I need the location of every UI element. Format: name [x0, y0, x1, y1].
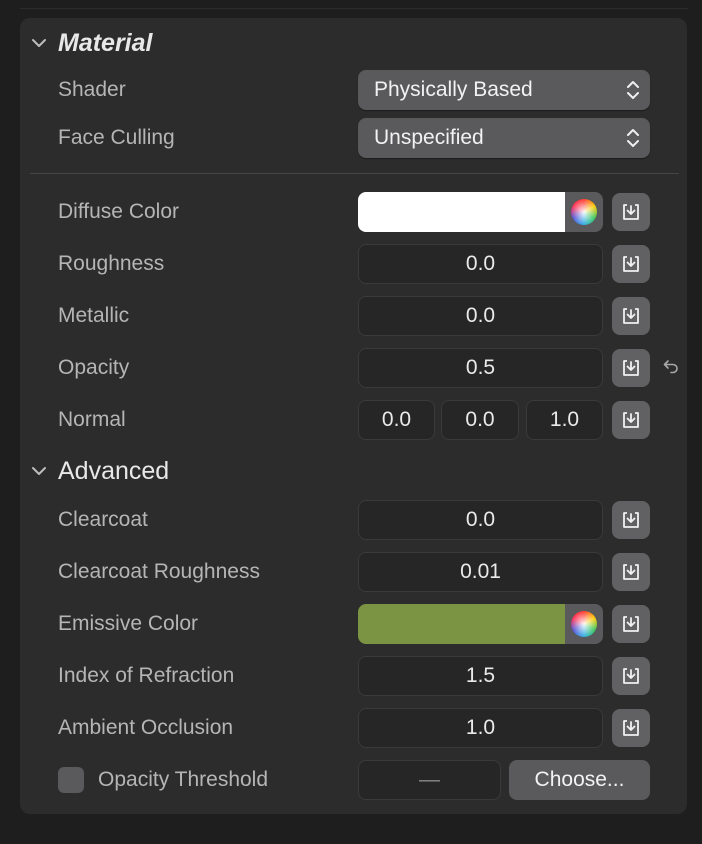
import-tray-icon: [623, 412, 639, 428]
up-down-chevron-icon: [627, 129, 639, 147]
import-tray-icon: [623, 616, 639, 632]
diffuse-color-well[interactable]: [358, 192, 603, 232]
ambient-occlusion-row: Ambient Occlusion 1.0: [20, 708, 687, 748]
clearcoat-roughness-label: Clearcoat Roughness: [58, 560, 260, 583]
emissive-color-swatch[interactable]: [358, 604, 565, 644]
clearcoat-connect-button[interactable]: [612, 501, 650, 539]
shader-row: Shader Physically Based: [20, 70, 687, 110]
normal-row: Normal 0.0 0.0 1.0: [20, 400, 687, 440]
up-down-chevron-icon: [627, 81, 639, 99]
top-edge: [20, 0, 688, 9]
color-picker-button[interactable]: [565, 192, 603, 232]
clearcoat-roughness-connect-button[interactable]: [612, 553, 650, 591]
diffuse-color-row: Diffuse Color: [20, 192, 687, 232]
face-culling-value: Unspecified: [374, 126, 484, 149]
face-culling-row: Face Culling Unspecified: [20, 118, 687, 158]
emissive-color-row: Emissive Color: [20, 604, 687, 644]
emissive-color-label: Emissive Color: [58, 612, 199, 635]
opacity-threshold-checkbox[interactable]: [58, 767, 84, 793]
import-tray-icon: [623, 256, 639, 272]
choose-button[interactable]: Choose...: [509, 760, 650, 800]
material-section-header[interactable]: Material: [30, 28, 152, 58]
diffuse-color-label: Diffuse Color: [58, 200, 179, 223]
face-culling-popup[interactable]: Unspecified: [358, 118, 650, 158]
clearcoat-row: Clearcoat 0.0: [20, 500, 687, 540]
import-tray-icon: [623, 360, 639, 376]
ambient-occlusion-label: Ambient Occlusion: [58, 716, 234, 739]
advanced-section-header[interactable]: Advanced: [30, 456, 169, 486]
import-tray-icon: [623, 564, 639, 580]
diffuse-connect-button[interactable]: [612, 193, 650, 231]
opacity-connect-button[interactable]: [612, 349, 650, 387]
import-tray-icon: [623, 512, 639, 528]
roughness-row: Roughness 0.0: [20, 244, 687, 284]
color-wheel-icon: [571, 199, 597, 225]
roughness-connect-button[interactable]: [612, 245, 650, 283]
import-tray-icon: [623, 308, 639, 324]
roughness-field[interactable]: 0.0: [358, 244, 603, 284]
emissive-connect-button[interactable]: [612, 605, 650, 643]
ior-field[interactable]: 1.5: [358, 656, 603, 696]
opacity-row: Opacity 0.5: [20, 348, 687, 388]
ior-connect-button[interactable]: [612, 657, 650, 695]
emissive-color-well[interactable]: [358, 604, 603, 644]
section-title: Advanced: [58, 456, 170, 485]
metallic-connect-button[interactable]: [612, 297, 650, 335]
roughness-label: Roughness: [58, 252, 165, 275]
ior-row: Index of Refraction 1.5: [20, 656, 687, 696]
opacity-threshold-field[interactable]: —: [358, 760, 501, 800]
opacity-field[interactable]: 0.5: [358, 348, 603, 388]
section-divider: [30, 173, 679, 174]
chevron-down-icon[interactable]: [30, 462, 48, 480]
clearcoat-label: Clearcoat: [58, 508, 148, 531]
clearcoat-field[interactable]: 0.0: [358, 500, 603, 540]
metallic-row: Metallic 0.0: [20, 296, 687, 336]
normal-label: Normal: [58, 408, 126, 431]
normal-y-field[interactable]: 0.0: [441, 400, 519, 440]
clearcoat-roughness-field[interactable]: 0.01: [358, 552, 603, 592]
material-inspector-panel: Material Shader Physically Based Face Cu…: [20, 18, 687, 814]
opacity-label: Opacity: [58, 356, 130, 379]
chevron-down-icon[interactable]: [30, 34, 48, 52]
normal-x-field[interactable]: 0.0: [358, 400, 435, 440]
shader-popup[interactable]: Physically Based: [358, 70, 650, 110]
face-culling-label: Face Culling: [58, 126, 175, 149]
clearcoat-roughness-row: Clearcoat Roughness 0.01: [20, 552, 687, 592]
normal-connect-button[interactable]: [612, 401, 650, 439]
import-tray-icon: [623, 204, 639, 220]
import-tray-icon: [623, 668, 639, 684]
shader-value: Physically Based: [374, 78, 533, 101]
import-tray-icon: [623, 720, 639, 736]
diffuse-color-swatch[interactable]: [358, 192, 565, 232]
ior-label: Index of Refraction: [58, 664, 235, 687]
ambient-occlusion-field[interactable]: 1.0: [358, 708, 603, 748]
opacity-threshold-row: Opacity Threshold — Choose...: [20, 760, 687, 800]
shader-label: Shader: [58, 78, 126, 101]
ambient-occlusion-connect-button[interactable]: [612, 709, 650, 747]
revert-arrow-icon[interactable]: [662, 358, 680, 376]
metallic-field[interactable]: 0.0: [358, 296, 603, 336]
metallic-label: Metallic: [58, 304, 130, 327]
opacity-threshold-label: Opacity Threshold: [98, 768, 269, 791]
section-title: Material: [58, 28, 153, 57]
normal-z-field[interactable]: 1.0: [526, 400, 603, 440]
color-wheel-icon: [571, 611, 597, 637]
color-picker-button[interactable]: [565, 604, 603, 644]
